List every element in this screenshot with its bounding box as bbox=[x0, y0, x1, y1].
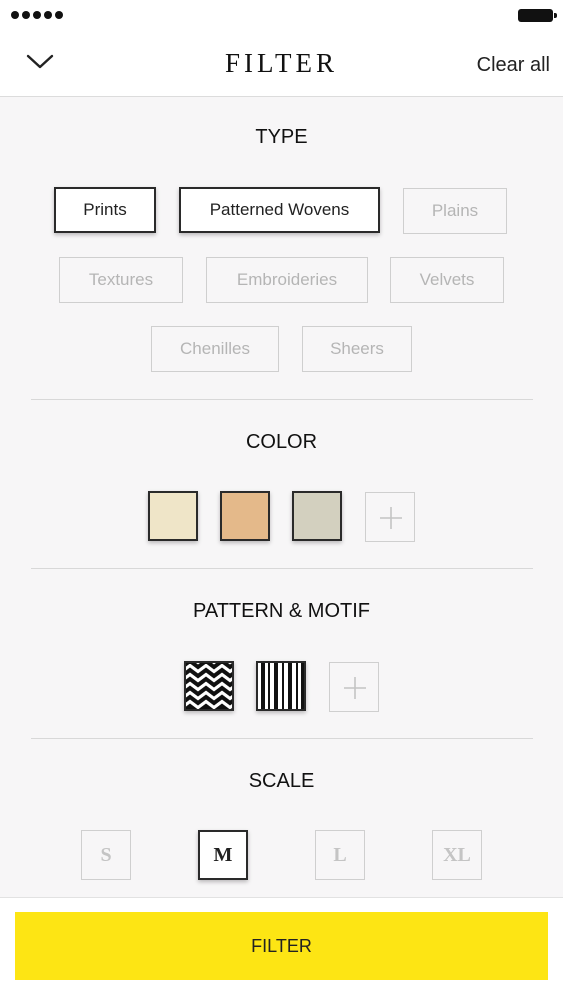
add-color-button[interactable] bbox=[365, 492, 415, 542]
plus-icon bbox=[380, 507, 402, 529]
type-chip-patterned-wovens[interactable]: Patterned Wovens bbox=[179, 187, 380, 233]
type-chip-velvets[interactable]: Velvets bbox=[390, 257, 504, 303]
type-chip-textures[interactable]: Textures bbox=[59, 257, 183, 303]
type-chip-sheers[interactable]: Sheers bbox=[302, 326, 412, 372]
type-chip-embroideries[interactable]: Embroideries bbox=[206, 257, 368, 303]
divider bbox=[31, 399, 533, 400]
chevron-pattern-icon bbox=[186, 663, 232, 709]
color-swatch-cream[interactable] bbox=[148, 491, 198, 541]
type-chip-plains[interactable]: Plains bbox=[403, 188, 507, 234]
status-bar bbox=[0, 0, 563, 34]
header: FILTER Clear all bbox=[0, 34, 563, 97]
color-swatch-stone[interactable] bbox=[292, 491, 342, 541]
color-swatch-tan[interactable] bbox=[220, 491, 270, 541]
type-section-title: TYPE bbox=[255, 126, 308, 148]
type-chip-chenilles[interactable]: Chenilles bbox=[151, 326, 279, 372]
scale-option-s[interactable]: S bbox=[81, 830, 131, 880]
pattern-stripes[interactable] bbox=[256, 661, 306, 711]
divider bbox=[31, 568, 533, 569]
scale-option-m[interactable]: M bbox=[198, 830, 248, 880]
scale-option-l[interactable]: L bbox=[315, 830, 365, 880]
stripes-pattern-icon bbox=[258, 663, 304, 709]
battery-icon bbox=[518, 9, 557, 22]
signal-dots-icon bbox=[11, 11, 63, 19]
color-section-title: COLOR bbox=[245, 431, 318, 453]
bottom-action-bar: FILTER bbox=[0, 897, 563, 1000]
scale-section-title: SCALE bbox=[248, 770, 315, 792]
apply-filter-button[interactable]: FILTER bbox=[15, 912, 548, 980]
add-pattern-button[interactable] bbox=[329, 662, 379, 712]
divider bbox=[31, 738, 533, 739]
scale-option-xl[interactable]: XL bbox=[432, 830, 482, 880]
plus-icon bbox=[344, 677, 366, 699]
pattern-section-title: PATTERN & MOTIF bbox=[192, 600, 371, 622]
clear-all-button[interactable]: Clear all bbox=[477, 54, 550, 77]
type-chip-prints[interactable]: Prints bbox=[54, 187, 156, 233]
pattern-chevron[interactable] bbox=[184, 661, 234, 711]
